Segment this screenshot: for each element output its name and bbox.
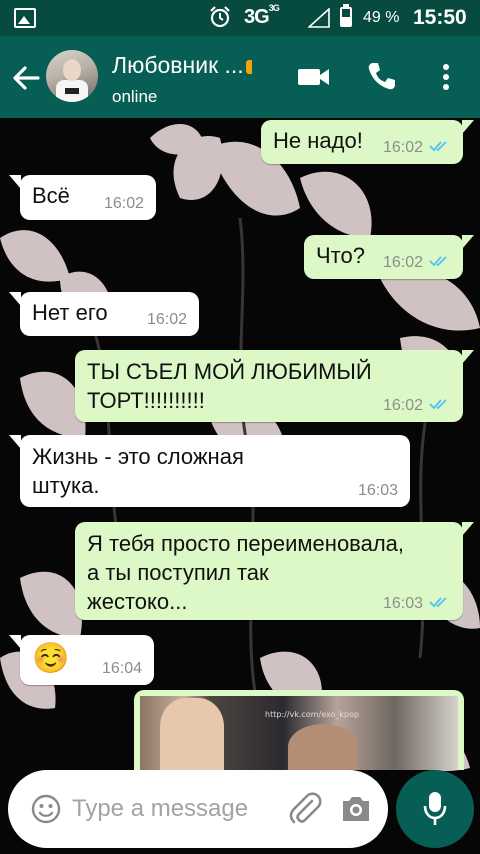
message-meta: 16:03 [383, 595, 451, 613]
message-time: 16:02 [382, 139, 423, 156]
message-text: Нет его [32, 300, 108, 325]
message-outgoing[interactable]: Я тебя просто переименовала, а ты поступ… [75, 522, 474, 620]
read-ticks-icon [429, 141, 447, 152]
alarm-icon [210, 6, 230, 28]
photo-thumbnail[interactable]: http://vk.com/exo_kpop [140, 696, 458, 770]
image-watermark: http://vk.com/exo_kpop [265, 710, 360, 719]
message-composer[interactable]: Type a message [8, 770, 388, 848]
message-text: Не надо! [273, 128, 363, 153]
message-text: Что? [316, 243, 365, 268]
message-meta: 16:02 [383, 254, 451, 272]
contact-status: online [112, 87, 158, 106]
camera-icon[interactable] [340, 794, 372, 824]
message-time: 16:02 [146, 311, 187, 328]
chat-area[interactable]: Не надо! 16:02 Всё 16:02 Что? 16:02 Нет … [0, 118, 480, 854]
message-time: 16:02 [103, 195, 144, 212]
network-type: 3G3G [244, 3, 280, 28]
emoji-icon[interactable] [30, 793, 62, 825]
gallery-icon [14, 8, 36, 28]
message-time: 16:03 [357, 482, 398, 499]
message-time: 16:02 [382, 397, 423, 414]
message-line: ТЫ СЪЕЛ МОЙ ЛЮБИМЫЙ [87, 359, 372, 384]
attach-icon[interactable] [288, 791, 322, 827]
back-arrow-icon[interactable] [10, 62, 42, 94]
mic-button[interactable] [396, 770, 474, 848]
contact-name[interactable]: Любовник ... [112, 52, 252, 79]
message-line: ТОРТ!!!!!!!!!! [87, 388, 205, 413]
chat-header: Любовник ... online [0, 36, 480, 118]
message-line: жестоко... [87, 589, 188, 614]
mic-icon [423, 792, 447, 825]
message-image[interactable]: http://vk.com/exo_kpop [134, 690, 464, 770]
emoji-fragment [245, 60, 252, 74]
message-outgoing[interactable]: ТЫ СЪЕЛ МОЙ ЛЮБИМЫЙ ТОРТ!!!!!!!!!! 16:02 [75, 350, 474, 422]
message-outgoing[interactable]: Не надо! 16:02 [261, 120, 474, 164]
message-incoming[interactable]: Нет его 16:02 [9, 292, 199, 336]
message-text: Жизнь - это сложная штука. [32, 442, 244, 500]
message-input[interactable]: Type a message [72, 795, 248, 823]
read-ticks-icon [429, 597, 447, 608]
more-vert-icon[interactable] [436, 62, 456, 92]
message-line: Жизнь - это сложная [32, 444, 244, 469]
emoji-smile-icon: ☺️ [32, 642, 70, 675]
message-text: Всё [32, 183, 70, 208]
avatar[interactable] [46, 50, 98, 102]
status-bar: 3G3G 49 % 15:50 [0, 0, 480, 36]
clock: 15:50 [413, 6, 467, 29]
message-line: а ты поступил так [87, 560, 269, 585]
message-time: 16:04 [101, 660, 142, 677]
message-outgoing[interactable]: Что? 16:02 [304, 235, 474, 279]
video-call-icon[interactable] [296, 62, 332, 92]
message-meta: 16:02 [383, 397, 451, 415]
message-incoming[interactable]: ☺️ 16:04 [9, 635, 154, 685]
phone-icon[interactable] [365, 60, 397, 92]
message-incoming[interactable]: Жизнь - это сложная штука. 16:03 [9, 435, 410, 507]
battery-icon [340, 4, 352, 27]
message-line: Я тебя просто переименовала, [87, 531, 405, 556]
message-meta: 16:02 [383, 139, 451, 157]
read-ticks-icon [429, 256, 447, 267]
message-text: ТЫ СЪЕЛ МОЙ ЛЮБИМЫЙ ТОРТ!!!!!!!!!! [87, 357, 372, 415]
message-time: 16:02 [382, 254, 423, 271]
read-ticks-icon [429, 399, 447, 410]
message-line: штука. [32, 473, 100, 498]
signal-icon [308, 8, 330, 28]
message-time: 16:03 [382, 595, 423, 612]
message-incoming[interactable]: Всё 16:02 [9, 175, 156, 220]
message-text: Я тебя просто переименовала, а ты поступ… [87, 529, 404, 616]
battery-percent: 49 % [363, 9, 400, 26]
